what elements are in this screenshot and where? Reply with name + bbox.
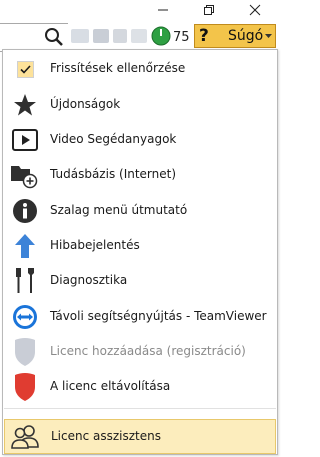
users-icon (10, 421, 40, 451)
shield-gray-icon (10, 337, 40, 367)
menu-item-remove-license[interactable]: A licenc eltávolítása (4, 370, 276, 405)
menu-item-bug-report[interactable]: Hibabejelentés (4, 229, 276, 264)
search-input[interactable] (0, 23, 68, 52)
menu-item-label: Video Segédanyagok (50, 132, 177, 146)
menu-item-license-assistant[interactable]: Licenc asszisztens (4, 419, 276, 454)
menu-separator (4, 408, 276, 409)
video-play-icon (10, 125, 40, 155)
menu-item-teamviewer[interactable]: Távoli segítségnyújtás - TeamViewer (4, 300, 276, 335)
counter-icon (151, 26, 171, 46)
checkbox-wrap (10, 54, 40, 84)
help-menu-button[interactable]: ? Súgó (194, 24, 276, 48)
menu-item-label: Távoli segítségnyújtás - TeamViewer (50, 309, 267, 323)
menu-item-label: A licenc eltávolítása (50, 379, 171, 393)
menu-item-label: Licenc asszisztens (51, 429, 162, 443)
menu-item-ribbon-guide[interactable]: Szalag menü útmutató (4, 194, 276, 229)
menu-item-label: Frissítések ellenőrzése (50, 61, 186, 75)
menu-item-label: Újdonságok (50, 97, 121, 111)
minimize-button[interactable] (138, 0, 188, 20)
checkbox (16, 60, 34, 78)
star-icon (10, 90, 40, 120)
menu-item-whats-new[interactable]: Újdonságok (4, 88, 276, 123)
help-label: Súgó (228, 28, 264, 44)
menu-item-add-license[interactable]: Licenc hozzáadása (regisztráció) (4, 335, 276, 370)
toolbar: 75 ? Súgó (0, 22, 279, 52)
help-icon: ? (199, 26, 209, 46)
close-button[interactable] (230, 0, 280, 20)
minimize-icon (158, 9, 168, 11)
menu-item-label: Hibabejelentés (50, 238, 140, 252)
teamviewer-icon (10, 302, 40, 332)
search-icon[interactable] (44, 27, 64, 47)
checkmark-icon (19, 64, 31, 74)
close-icon (249, 4, 261, 16)
help-dropdown-menu: Frissítések ellenőrzése Újdonságok Video… (2, 49, 278, 455)
arrow-up-icon (10, 231, 40, 261)
menu-item-label: Szalag menü útmutató (50, 203, 188, 217)
blurred-region (71, 29, 89, 43)
menu-item-check-updates[interactable]: Frissítések ellenőrzése (4, 52, 276, 87)
blurred-region (113, 29, 127, 43)
blurred-region (93, 29, 109, 43)
info-icon (10, 196, 40, 226)
menu-item-knowledge-base[interactable]: Tudásbázis (Internet) (4, 158, 276, 193)
counter-value: 75 (173, 30, 190, 45)
blurred-region (131, 29, 147, 43)
chevron-down-icon (265, 34, 272, 38)
menu-item-video-tutorials[interactable]: Video Segédanyagok (4, 123, 276, 158)
tools-icon (10, 266, 40, 296)
menu-item-label: Tudásbázis (Internet) (50, 167, 177, 181)
menu-item-label: Diagnosztika (50, 273, 128, 287)
menu-item-diagnostics[interactable]: Diagnosztika (4, 264, 276, 299)
restore-icon (204, 5, 214, 15)
folder-add-icon (10, 160, 40, 190)
restore-button[interactable] (184, 0, 234, 20)
menu-item-label: Licenc hozzáadása (regisztráció) (50, 344, 246, 358)
shield-red-icon (10, 372, 40, 402)
